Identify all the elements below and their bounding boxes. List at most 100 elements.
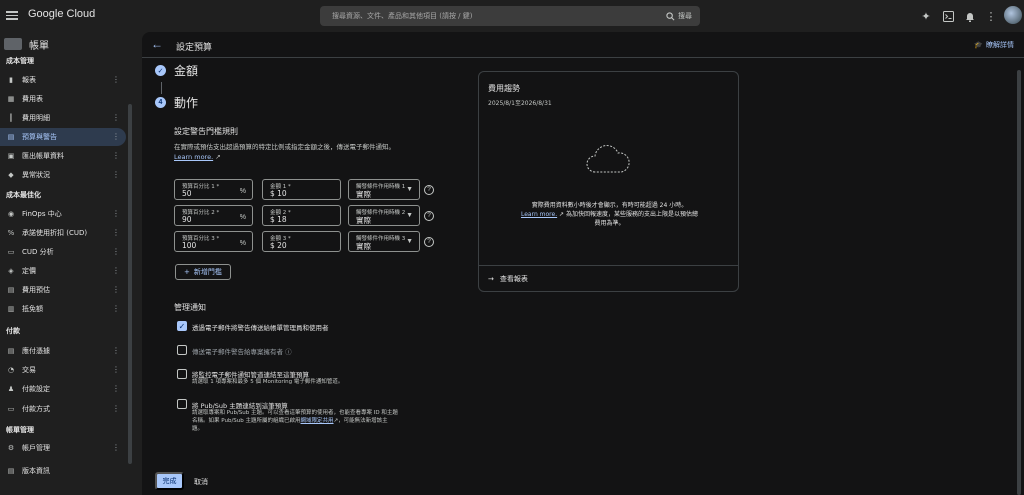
monitoring-channels-checkbox[interactable] — [177, 369, 187, 379]
cud-analysis-icon: ▭ — [7, 248, 15, 256]
sidebar-item-release-notes[interactable]: ▤ 版本資訊 — [0, 462, 126, 480]
cost-trend-range: 2025/8/1至2026/8/31 — [488, 100, 552, 107]
sidebar-item-cost-table[interactable]: ▦ 費用表 — [0, 90, 126, 108]
domain-restricted-sharing-link[interactable]: 網域限定共用 — [301, 418, 334, 424]
sidebar-item-transactions[interactable]: ◔ 交易 ⋮ — [0, 361, 126, 379]
section-cost-management: 成本管理 — [6, 57, 34, 65]
pubsub-sub-text: 請選取專案和 Pub/Sub 主題。可以查看這筆預算的使用者，也能查看專案 ID… — [192, 410, 398, 416]
sidebar-item-cud-analysis[interactable]: ▭ CUD 分析 ⋮ — [0, 243, 126, 261]
sidebar-item-label: 報表 — [22, 76, 36, 84]
sidebar-item-cud[interactable]: % 承諾使用折扣 (CUD) ⋮ — [0, 224, 126, 242]
pubsub-checkbox[interactable] — [177, 399, 187, 409]
budget-percent-field-1[interactable]: 預算百分比 1 * 50 % — [174, 179, 253, 200]
sidebar-item-budgets[interactable]: ▤ 預算與警告 ⋮ — [0, 128, 126, 146]
pricing-icon: ◈ — [8, 267, 14, 275]
sidebar-item-label: 付款方式 — [22, 405, 50, 413]
sidebar-item-documents[interactable]: ▤ 應付憑據 ⋮ — [0, 342, 126, 360]
sidebar-item-reports[interactable]: ▮ 報表 ⋮ — [0, 71, 126, 89]
more-vert-icon[interactable]: ⋮ — [112, 170, 120, 179]
more-vert-icon[interactable]: ⋮ — [112, 365, 120, 374]
cud-icon: % — [7, 229, 15, 237]
sidebar-item-pricing[interactable]: ◈ 定價 ⋮ — [0, 262, 126, 280]
avatar[interactable] — [1004, 6, 1022, 24]
sidebar-item-label: CUD 分析 — [22, 248, 54, 256]
email-owners-checkbox[interactable] — [177, 345, 187, 355]
trigger-select-2[interactable]: 觸發條件作用時機 2 實際 ▼ — [348, 205, 420, 226]
sidebar-item-anomalies[interactable]: ◆ 異常狀況 ⋮ — [0, 166, 126, 184]
sidebar-item-payment-method[interactable]: ▭ 付款方式 ⋮ — [0, 400, 126, 418]
gemini-sparkle-icon[interactable]: ✦ — [919, 9, 933, 23]
more-vert-icon[interactable]: ⋮ — [112, 209, 120, 218]
sidebar-item-payment-settings[interactable]: ♟ 付款設定 ⋮ — [0, 380, 126, 398]
view-report-link[interactable]: → 查看報表 — [488, 274, 528, 284]
help-icon[interactable]: ⓘ — [285, 348, 292, 356]
rules-learn-more-link[interactable]: Learn more. — [174, 153, 213, 161]
trend-learn-more-link[interactable]: Learn more. — [521, 211, 557, 218]
percent-suffix: % — [239, 240, 246, 247]
amount-field-1[interactable]: 金額 1 * $ 10 — [262, 179, 341, 200]
more-vert-icon[interactable]: ⋮ — [112, 247, 120, 256]
more-vert-icon[interactable]: ⋮ — [112, 285, 120, 294]
notifications-bell-icon[interactable] — [963, 9, 977, 23]
search-button[interactable]: 搜尋 — [666, 10, 692, 22]
field-value: $ 10 — [270, 189, 287, 198]
search-bar[interactable]: 搜尋 — [320, 6, 700, 26]
more-vert-icon[interactable]: ⋮ — [112, 132, 120, 141]
help-icon[interactable]: ? — [424, 211, 434, 221]
documents-icon: ▤ — [7, 347, 15, 355]
add-threshold-button[interactable]: + 新增門檻 — [175, 264, 231, 280]
more-vert-icon[interactable]: ⋮ — [112, 113, 120, 122]
sidebar-item-cost-breakdown[interactable]: ┃ 費用明細 ⋮ — [0, 109, 126, 127]
step-actions-title: 動作 — [174, 96, 199, 110]
more-vert-icon[interactable]: ⋮ — [112, 404, 120, 413]
more-vert-icon[interactable]: ⋮ — [112, 346, 120, 355]
cloud-shell-icon[interactable] — [941, 9, 955, 23]
field-value: $ 18 — [270, 215, 287, 224]
more-vert-icon[interactable]: ⋮ — [112, 384, 120, 393]
more-vert-icon[interactable]: ⋮ — [984, 9, 998, 23]
done-button[interactable]: 完成 — [155, 472, 184, 490]
trigger-select-3[interactable]: 觸發條件作用時機 3 實際 ▼ — [348, 231, 420, 252]
learn-more-link[interactable]: 🎓 瞭解詳情 — [974, 40, 1014, 50]
main-scrollbar[interactable] — [1017, 70, 1021, 495]
sidebar-item-estimate[interactable]: ▤ 費用預估 ⋮ — [0, 281, 126, 299]
field-value: 100 — [182, 241, 197, 250]
amount-field-3[interactable]: 金額 3 * $ 20 — [262, 231, 341, 252]
sidebar-item-finops[interactable]: ◉ FinOps 中心 ⋮ — [0, 205, 126, 223]
menu-icon[interactable] — [6, 9, 18, 21]
step-done-check-icon: ✓ — [155, 65, 166, 76]
sidebar-item-label: 預算與警告 — [22, 133, 57, 141]
more-vert-icon[interactable]: ⋮ — [112, 304, 120, 313]
account-settings-icon: ⚙ — [7, 444, 15, 452]
search-input[interactable] — [332, 6, 652, 26]
trigger-select-1[interactable]: 觸發條件作用時機 1 實際 ▼ — [348, 179, 420, 200]
help-icon[interactable]: ? — [424, 185, 434, 195]
main-panel: ← 設定預算 🎓 瞭解詳情 ✓ 金額 4 動作 設定警告門檻規則 在實際或預估支… — [142, 32, 1024, 495]
help-icon[interactable]: ? — [424, 237, 434, 247]
more-vert-icon[interactable]: ⋮ — [112, 266, 120, 275]
amount-field-2[interactable]: 金額 2 * $ 18 — [262, 205, 341, 226]
email-owners-text: 傳送電子郵件警告給專案擁有者 — [192, 348, 283, 356]
pubsub-sub-text: ，可能無法新增該主 — [338, 418, 388, 424]
sidebar-item-label: 承諾使用折扣 (CUD) — [22, 229, 88, 237]
sidebar-scrollbar[interactable] — [128, 104, 132, 464]
more-vert-icon[interactable]: ⋮ — [112, 443, 120, 452]
section-cost-optimization: 成本最佳化 — [6, 191, 41, 199]
back-arrow-icon[interactable]: ← — [151, 37, 163, 51]
cancel-button[interactable]: 取消 — [194, 477, 208, 487]
sidebar-item-credits[interactable]: ▥ 抵免額 ⋮ — [0, 300, 126, 318]
more-vert-icon[interactable]: ⋮ — [112, 151, 120, 160]
sidebar-item-export[interactable]: ▣ 匯出帳單資料 ⋮ — [0, 147, 126, 165]
percent-suffix: % — [239, 188, 246, 195]
page-title: 設定預算 — [176, 43, 213, 53]
sidebar-title: 帳單 — [29, 40, 49, 52]
email-admins-checkbox[interactable]: ✓ — [177, 321, 187, 331]
budget-percent-field-3[interactable]: 預算百分比 3 * 100 % — [174, 231, 253, 252]
more-vert-icon[interactable]: ⋮ — [112, 75, 120, 84]
sidebar-item-account-settings[interactable]: ⚙ 帳戶管理 ⋮ — [0, 439, 126, 457]
more-vert-icon[interactable]: ⋮ — [112, 228, 120, 237]
budget-percent-field-2[interactable]: 預算百分比 2 * 90 % — [174, 205, 253, 226]
dropdown-arrow-icon: ▼ — [406, 186, 413, 193]
product-logo[interactable]: Google Cloud — [28, 8, 95, 20]
bar-chart-icon: ▮ — [9, 76, 13, 84]
